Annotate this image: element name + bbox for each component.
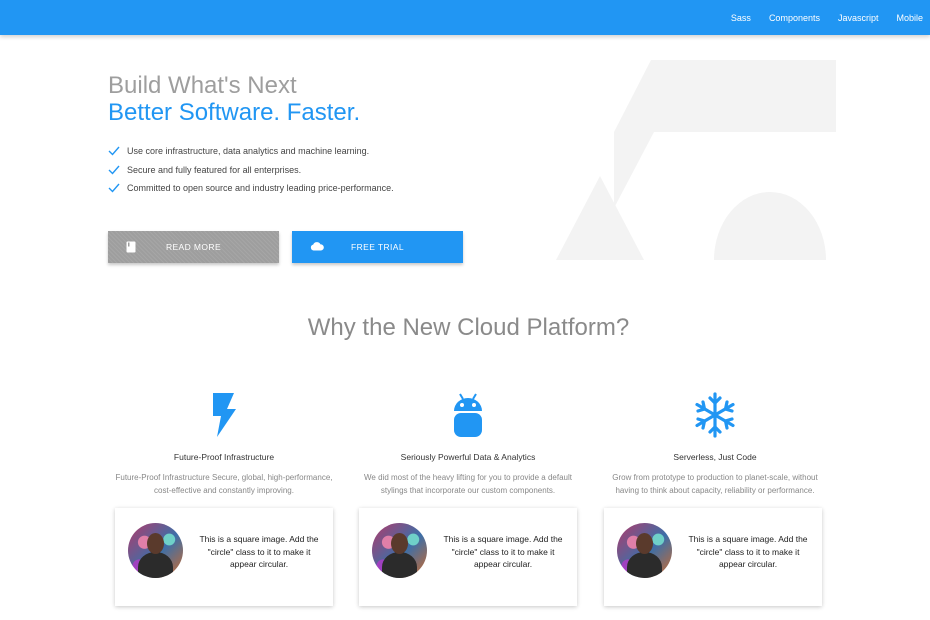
avatar-body xyxy=(382,552,417,578)
free-trial-button[interactable]: FREE TRIAL xyxy=(292,231,463,263)
card-text: This is a square image. Add the "circle"… xyxy=(688,534,808,569)
feature-title: Future-Proof Infrastructure xyxy=(173,452,275,462)
image-card: This is a square image. Add the "circle"… xyxy=(359,508,577,606)
check-icon xyxy=(108,165,121,175)
avatar-body xyxy=(138,552,173,578)
feature-text: Committed to open source and industry le… xyxy=(127,183,394,194)
avatar-image xyxy=(617,523,672,578)
read-more-button[interactable]: READ MORE xyxy=(108,231,279,263)
hero-title: Build What's Next xyxy=(108,72,297,99)
feature-column: Seriously Powerful Data & Analytics We d… xyxy=(354,388,582,497)
hero-subtitle: Better Software. Faster. xyxy=(108,99,361,126)
feature-text: Secure and fully featured for all enterp… xyxy=(127,164,302,175)
section-title: Why the New Cloud Platform? xyxy=(307,314,630,341)
card-text: This is a square image. Add the "circle"… xyxy=(443,534,563,569)
android-icon xyxy=(354,388,582,442)
check-icon xyxy=(108,183,121,193)
cloud-icon xyxy=(310,241,324,253)
avatar-face xyxy=(147,533,164,554)
feature-description: We did most of the heavy lifting for you… xyxy=(364,473,572,495)
feature-list-item: Committed to open source and industry le… xyxy=(108,179,394,198)
avatar-body xyxy=(627,552,662,578)
feature-description: Grow from prototype to production to pla… xyxy=(612,473,818,495)
avatar-image xyxy=(128,523,183,578)
bg-triangle xyxy=(556,176,644,260)
feature-column: Serverless, Just Code Grow from prototyp… xyxy=(601,388,829,497)
feature-list-item: Secure and fully featured for all enterp… xyxy=(108,161,394,180)
avatar-image xyxy=(372,523,427,578)
feature-column: Future-Proof Infrastructure Future-Proof… xyxy=(110,388,338,497)
check-icon xyxy=(108,146,121,156)
nav-link-mobile[interactable]: Mobile xyxy=(896,13,923,23)
bg-half-circle xyxy=(714,192,826,260)
nav-link-javascript[interactable]: Javascript xyxy=(838,13,879,23)
image-card: This is a square image. Add the "circle"… xyxy=(115,508,333,606)
avatar-face xyxy=(636,533,653,554)
hero-background-shapes xyxy=(556,60,836,260)
nav-link-sass[interactable]: Sass xyxy=(731,13,751,23)
book-icon xyxy=(126,241,136,255)
feature-title: Seriously Powerful Data & Analytics xyxy=(400,452,536,462)
bg-parallelogram xyxy=(614,60,836,132)
feature-list-item: Use core infrastructure, data analytics … xyxy=(108,142,394,161)
hero-feature-list: Use core infrastructure, data analytics … xyxy=(108,142,394,198)
feature-text: Use core infrastructure, data analytics … xyxy=(127,146,370,157)
feature-title: Serverless, Just Code xyxy=(673,452,757,462)
card-text: This is a square image. Add the "circle"… xyxy=(199,534,319,569)
bg-connector xyxy=(614,132,654,208)
flash-icon xyxy=(110,388,338,442)
nav-link-components[interactable]: Components xyxy=(769,13,820,23)
snowflake-icon xyxy=(601,388,829,442)
top-navbar: Sass Components Javascript Mobile xyxy=(0,0,930,35)
image-card: This is a square image. Add the "circle"… xyxy=(604,508,822,606)
avatar-face xyxy=(391,533,408,554)
feature-description: Future-Proof Infrastructure Secure, glob… xyxy=(115,473,333,495)
